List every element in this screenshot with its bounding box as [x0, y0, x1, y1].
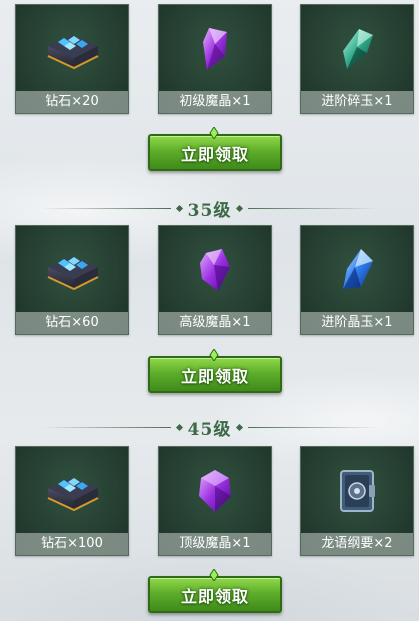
reward-label: 进阶碎玉×1 [301, 91, 413, 113]
leaf-ornament-icon [208, 569, 220, 581]
jade-shard-icon [301, 13, 413, 85]
reward-row-2: 钻石×60 高级魔晶×1 进阶晶玉×1 [0, 225, 419, 335]
purple-crystal-icon [159, 234, 271, 306]
reward-label: 钻石×60 [16, 312, 128, 334]
reward-card[interactable]: 龙语纲要×2 [300, 446, 414, 556]
diamond-chest-icon [16, 234, 128, 306]
divider [248, 207, 379, 209]
diamond-chest-icon [16, 13, 128, 85]
purple-crystal-icon [159, 13, 271, 85]
level-header: 35级 [0, 196, 419, 221]
divider-dot [175, 423, 183, 431]
divider-dot [175, 204, 183, 212]
reward-card[interactable]: 进阶晶玉×1 [300, 225, 414, 335]
reward-label: 龙语纲要×2 [301, 533, 413, 555]
divider [40, 207, 171, 209]
reward-card[interactable]: 初级魔晶×1 [158, 4, 272, 114]
level-header: 45级 [0, 415, 419, 440]
claim-button-label: 立即领取 [180, 144, 249, 164]
level-title: 45级 [187, 419, 232, 440]
reward-label: 顶级魔晶×1 [159, 533, 271, 555]
divider [248, 426, 379, 428]
reward-card[interactable]: 钻石×100 [15, 446, 129, 556]
rune-book-icon [301, 455, 413, 527]
claim-button-label: 立即领取 [180, 366, 249, 386]
reward-label: 钻石×20 [16, 91, 128, 113]
reward-card[interactable]: 顶级魔晶×1 [158, 446, 272, 556]
reward-card[interactable]: 钻石×60 [15, 225, 129, 335]
reward-row-1: 钻石×20 初级魔晶×1 进阶碎玉×1 [0, 4, 419, 114]
purple-gem-icon [159, 455, 271, 527]
divider [40, 426, 171, 428]
claim-button[interactable]: 立即领取 [148, 569, 282, 613]
divider-dot [236, 423, 244, 431]
reward-card[interactable]: 高级魔晶×1 [158, 225, 272, 335]
claim-button-label: 立即领取 [180, 586, 249, 606]
reward-card[interactable]: 钻石×20 [15, 4, 129, 114]
claim-button[interactable]: 立即领取 [148, 127, 282, 171]
divider-dot [236, 204, 244, 212]
reward-card[interactable]: 进阶碎玉×1 [300, 4, 414, 114]
reward-label: 初级魔晶×1 [159, 91, 271, 113]
level-title: 35级 [187, 200, 232, 221]
blue-crystal-icon [301, 234, 413, 306]
leaf-ornament-icon [208, 127, 220, 139]
claim-button[interactable]: 立即领取 [148, 349, 282, 393]
reward-label: 钻石×100 [16, 533, 128, 555]
reward-label: 进阶晶玉×1 [301, 312, 413, 334]
leaf-ornament-icon [208, 349, 220, 361]
reward-row-3: 钻石×100 顶级魔晶×1 龙语纲要×2 [0, 446, 419, 556]
diamond-chest-icon [16, 455, 128, 527]
reward-label: 高级魔晶×1 [159, 312, 271, 334]
